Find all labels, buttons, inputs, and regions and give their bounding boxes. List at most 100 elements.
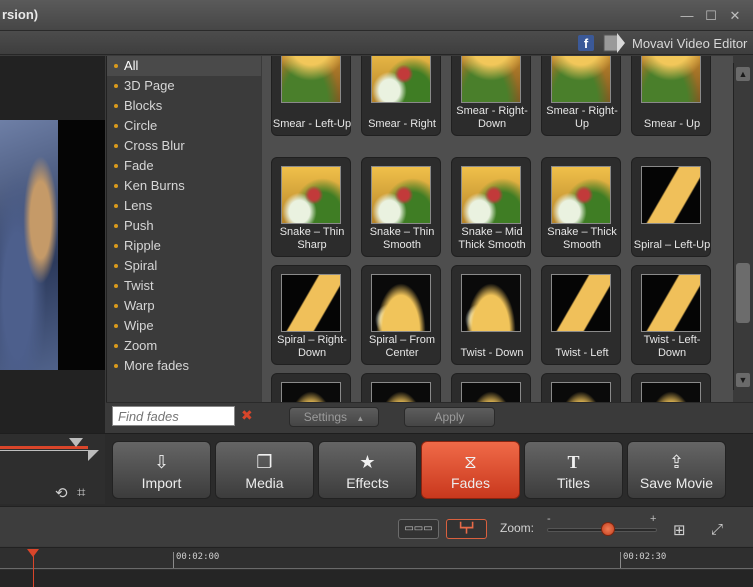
fade-tile-label: Smear - Right-Down: [456, 105, 528, 130]
category-item[interactable]: Twist: [107, 276, 261, 296]
settings-button[interactable]: Settings ▲: [289, 407, 379, 427]
category-item[interactable]: Wipe: [107, 316, 261, 336]
rotate-icon[interactable]: ⟲: [55, 484, 68, 502]
category-item[interactable]: Ripple: [107, 236, 261, 256]
import-label: Import: [141, 475, 182, 491]
zoom-fit-icon[interactable]: ⊞: [673, 521, 686, 539]
effects-button[interactable]: ★ Effects: [318, 441, 417, 499]
category-item[interactable]: Warp: [107, 296, 261, 316]
fade-thumbnail: [371, 166, 431, 224]
zoom-minus: -: [547, 513, 551, 525]
fade-thumbnail: [281, 56, 341, 103]
import-button[interactable]: ⇩ Import: [112, 441, 211, 499]
find-fades-input[interactable]: [112, 406, 235, 426]
category-item[interactable]: Zoom: [107, 336, 261, 356]
fade-tile[interactable]: Snake – Thin Sharp: [271, 157, 351, 257]
fade-tile[interactable]: Twist - Left: [541, 265, 621, 365]
timeline-track: [0, 570, 753, 587]
category-item[interactable]: Circle: [107, 116, 261, 136]
category-item[interactable]: 3D Page: [107, 76, 261, 96]
category-item[interactable]: Spiral: [107, 256, 261, 276]
category-item[interactable]: Fade: [107, 156, 261, 176]
save-movie-button[interactable]: ⇪ Save Movie: [627, 441, 726, 499]
scroll-thumb[interactable]: [736, 263, 750, 323]
video-preview: [0, 56, 105, 433]
fade-thumbnail: [281, 166, 341, 224]
fades-icon: ⧖: [464, 452, 477, 472]
fade-tile[interactable]: Spiral – Right-Down: [271, 265, 351, 365]
fade-tile[interactable]: Smear - Right-Down: [451, 56, 531, 136]
app-name: Movavi Video Editor: [632, 36, 748, 51]
fade-tile[interactable]: [451, 373, 531, 402]
save-icon: ⇪: [668, 452, 685, 472]
category-item[interactable]: Push: [107, 216, 261, 236]
fade-thumbnail: [461, 166, 521, 224]
zoom-knob[interactable]: [600, 522, 615, 536]
fade-tile-label: Smear - Right-Up: [546, 105, 618, 130]
media-button[interactable]: ❐ Media: [215, 441, 314, 499]
category-item[interactable]: Lens: [107, 196, 261, 216]
titles-button[interactable]: T Titles: [524, 441, 623, 499]
fade-thumbnail-grid: Smear - Left-Up Smear - Right Smear - Righ…: [262, 56, 733, 402]
mini-track: [0, 450, 98, 451]
category-item[interactable]: All: [107, 56, 261, 76]
fade-tile[interactable]: Twist - Left-Down: [631, 265, 711, 365]
facebook-icon[interactable]: f: [578, 35, 594, 51]
apply-button[interactable]: Apply: [404, 407, 495, 427]
fade-tile[interactable]: [271, 373, 351, 402]
ruler-tick: [173, 552, 174, 568]
fade-tile[interactable]: Snake – Thick Smooth: [541, 157, 621, 257]
category-item[interactable]: Blocks: [107, 96, 261, 116]
mini-timeline: ⟲ ⌗: [0, 434, 105, 504]
titles-icon: T: [567, 452, 580, 472]
fade-tile[interactable]: [631, 373, 711, 402]
fade-tile-label: Spiral – Left-Up: [633, 239, 711, 251]
category-item[interactable]: Ken Burns: [107, 176, 261, 196]
fade-thumbnail: [641, 382, 701, 402]
zoom-label: Zoom:: [500, 521, 535, 535]
scroll-down-icon[interactable]: ▼: [736, 373, 750, 387]
ruler-baseline: [0, 568, 753, 569]
fullscreen-icon[interactable]: ⤢: [711, 521, 723, 538]
save-movie-label: Save Movie: [639, 475, 714, 491]
maximize-button[interactable]: ☐: [703, 8, 719, 24]
preview-frame: [0, 120, 58, 370]
fade-tile[interactable]: [361, 373, 441, 402]
fade-tile-label: Smear - Right: [368, 118, 436, 130]
fade-tile[interactable]: Smear - Up: [631, 56, 711, 136]
timeline-view-button[interactable]: ┗┳┛: [446, 519, 487, 539]
clear-search-icon[interactable]: ✖: [241, 407, 253, 424]
media-icon: ❐: [256, 452, 273, 472]
fade-thumbnail: [641, 274, 701, 332]
mini-scrubber-icon[interactable]: [69, 438, 83, 447]
grid-scrollbar[interactable]: ▲ ▼: [733, 63, 751, 390]
fade-tile[interactable]: Spiral – From Center: [361, 265, 441, 365]
category-item[interactable]: Cross Blur: [107, 136, 261, 156]
fades-button[interactable]: ⧖ Fades: [421, 441, 520, 499]
fade-tile-label: Snake – Thin Smooth: [369, 226, 435, 251]
fade-tile[interactable]: Smear - Right: [361, 56, 441, 136]
timeline-ruler: 00:02:00 00:02:30: [0, 547, 753, 587]
fade-tile[interactable]: Smear - Left-Up: [271, 56, 351, 136]
crop-icon[interactable]: ⌗: [77, 484, 85, 501]
fade-tile[interactable]: Smear - Right-Up: [541, 56, 621, 136]
fade-thumbnail: [551, 382, 611, 402]
close-button[interactable]: ✕: [727, 8, 743, 24]
category-item[interactable]: More fades: [107, 356, 261, 376]
fade-thumbnail: [461, 56, 521, 103]
fade-tile[interactable]: Twist - Down: [451, 265, 531, 365]
dropdown-arrow-icon: ▲: [356, 414, 365, 423]
playhead-line: [33, 556, 34, 587]
preview-letterbox: [58, 120, 105, 370]
fade-tile-label: Smear - Left-Up: [272, 118, 352, 130]
fade-tile[interactable]: Spiral – Left-Up: [631, 157, 711, 257]
fade-tile[interactable]: Snake – Thin Smooth: [361, 157, 441, 257]
storyboard-view-button[interactable]: ▭▭▭: [398, 519, 439, 539]
scroll-up-icon[interactable]: ▲: [736, 67, 750, 81]
minimize-button[interactable]: —: [679, 8, 695, 23]
fade-thumbnail: [371, 56, 431, 103]
fade-tile[interactable]: [541, 373, 621, 402]
fade-tile[interactable]: Snake – Mid Thick Smooth: [451, 157, 531, 257]
fade-thumbnail: [281, 382, 341, 402]
apply-label: Apply: [434, 410, 465, 424]
